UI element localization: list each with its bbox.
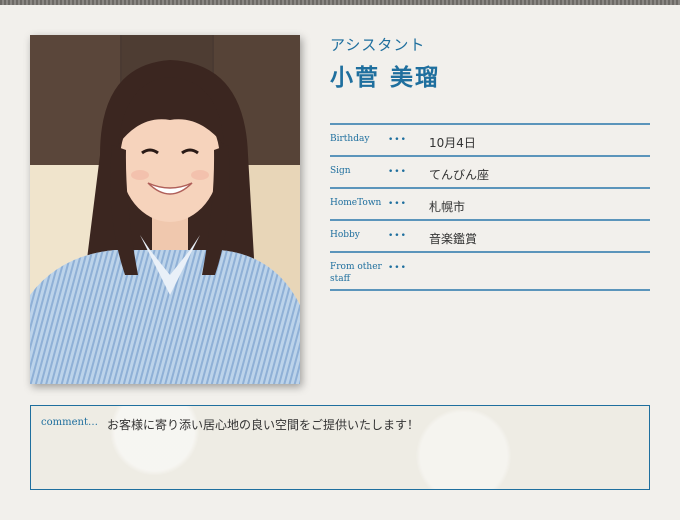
profile-label: HomeTown [330, 198, 382, 208]
dots-separator: ••• [388, 199, 407, 209]
profile-value: 札幌市 [429, 200, 466, 214]
profile-row-hobby: Hobby ••• 音楽鑑賞 [330, 219, 650, 251]
profile-label: Sign [330, 166, 351, 176]
profile-label: Birthday [330, 134, 370, 144]
dots-separator: ••• [388, 135, 407, 145]
profile-value: てんびん座 [429, 168, 490, 182]
staff-role: アシスタント [330, 36, 426, 54]
profile-label: Hobby [330, 230, 360, 240]
comment-text: お客様に寄り添い居心地の良い空間をご提供いたします！ [107, 418, 420, 432]
comment-box: comment… お客様に寄り添い居心地の良い空間をご提供いたします！ [30, 405, 650, 490]
staff-portrait-image [30, 35, 300, 384]
profile-row-sign: Sign ••• てんびん座 [330, 155, 650, 187]
profile-table: Birthday ••• 10月4日 Sign ••• てんびん座 HomeTo… [330, 123, 650, 291]
top-decorative-band [0, 0, 680, 5]
comment-label: comment… [41, 417, 98, 428]
dots-separator: ••• [388, 167, 407, 177]
profile-label: From other staff [330, 262, 382, 284]
profile-value: 10月4日 [429, 136, 476, 150]
profile-value: 音楽鑑賞 [429, 232, 478, 246]
dots-separator: ••• [388, 231, 407, 241]
staff-name: 小菅 美瑠 [330, 65, 441, 91]
profile-row-birthday: Birthday ••• 10月4日 [330, 123, 650, 155]
profile-row-hometown: HomeTown ••• 札幌市 [330, 187, 650, 219]
staff-photo [30, 35, 300, 384]
dots-separator: ••• [388, 263, 407, 273]
profile-row-from-other-staff: From other staff ••• [330, 251, 650, 291]
